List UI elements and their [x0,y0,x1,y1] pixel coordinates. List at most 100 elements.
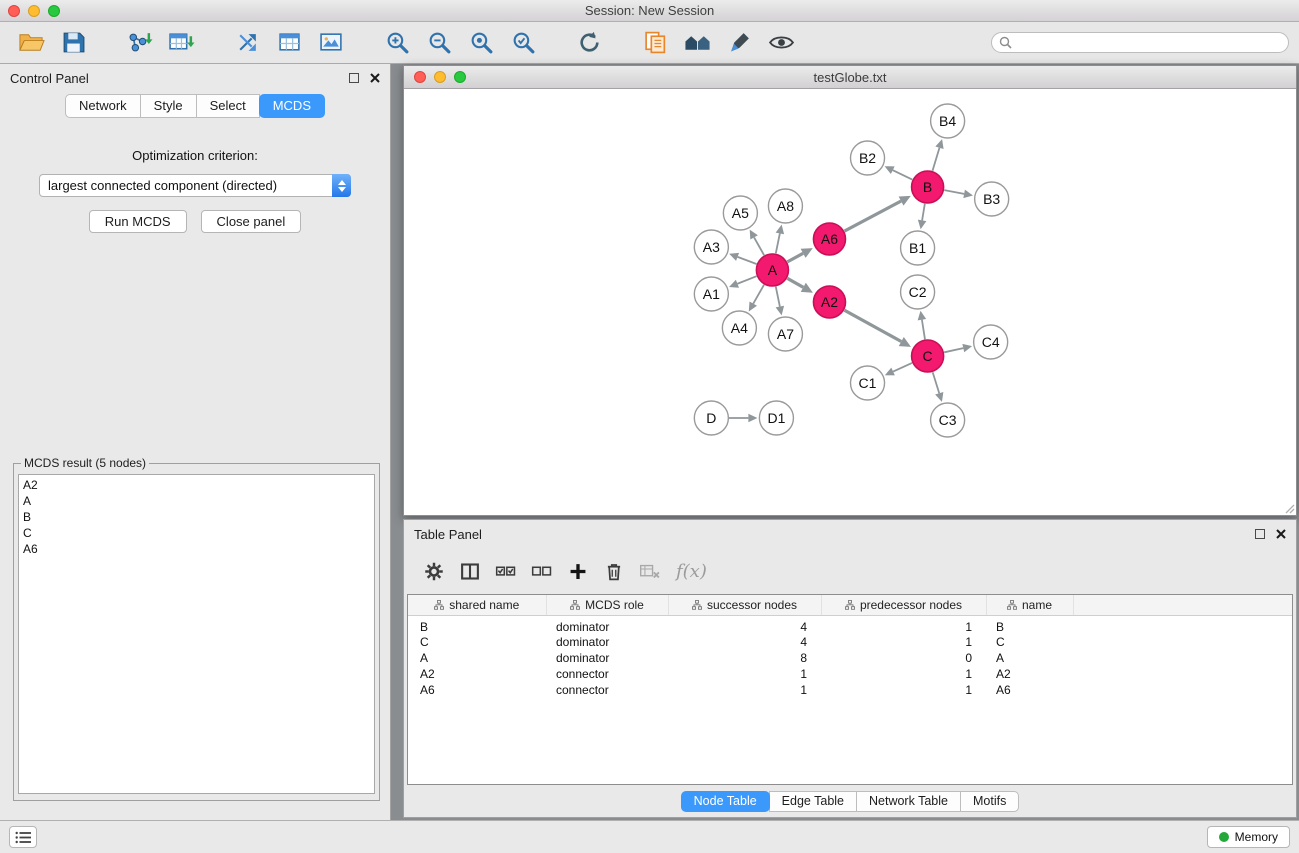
network-minimize-button[interactable] [434,71,446,83]
cell[interactable]: 1 [821,615,986,634]
zoom-window-button[interactable] [48,5,60,17]
tab-network-table[interactable]: Network Table [856,791,961,812]
run-mcds-button[interactable]: Run MCDS [89,210,187,233]
zoom-in-button[interactable] [376,26,418,60]
graph-edge-C-C4[interactable] [944,348,963,352]
cell[interactable]: connector [546,666,668,682]
graph-edge-A-A2[interactable] [787,278,803,287]
task-history-button[interactable] [9,826,37,848]
graph-edge-C-C1[interactable] [893,363,912,372]
graph-node-A4[interactable]: A4 [722,311,756,345]
network-close-button[interactable] [414,71,426,83]
close-control-panel-button[interactable] [370,73,380,83]
cell[interactable]: 1 [668,682,821,698]
graph-edge-A-A5[interactable] [754,237,764,255]
graph-edge-B-B1[interactable] [922,204,925,221]
first-neighbors-button[interactable] [634,26,676,60]
result-item[interactable]: B [23,509,370,525]
criterion-select[interactable]: largest connected component (directed) [39,174,351,197]
float-table-panel-button[interactable] [1255,529,1265,539]
graph-edge-C-C3[interactable] [933,372,940,393]
import-network-button[interactable] [118,26,160,60]
graph-edge-A-A1[interactable] [737,276,756,284]
cell[interactable]: B [986,615,1073,634]
tab-motifs[interactable]: Motifs [960,791,1019,812]
result-item[interactable]: C [23,525,370,541]
tab-style[interactable]: Style [140,94,197,118]
column-header-successor-nodes[interactable]: successor nodes [668,595,821,615]
cell[interactable]: 1 [821,666,986,682]
float-control-panel-button[interactable] [349,73,359,83]
table-row[interactable]: A6connector11A6 [408,682,1292,698]
graph-edge-B-B3[interactable] [944,190,964,194]
cell[interactable]: dominator [546,615,668,634]
cell[interactable]: A2 [408,666,546,682]
zoom-selected-button[interactable] [502,26,544,60]
delete-column-button[interactable] [596,555,632,587]
table-row[interactable]: Cdominator41C [408,634,1292,650]
graph-node-A[interactable]: A [756,254,788,286]
network-zoom-button[interactable] [454,71,466,83]
network-canvas[interactable]: B4B2BB3A5A8A6A3B1AC2A1A2A4A7C4CC1C3DD1 [404,89,1296,515]
cell[interactable]: dominator [546,634,668,650]
network-window-titlebar[interactable]: testGlobe.txt [404,66,1296,89]
tab-network[interactable]: Network [65,94,141,118]
graph-node-B4[interactable]: B4 [931,104,965,138]
graph-edge-A-A4[interactable] [753,285,764,304]
import-table-button[interactable] [160,26,202,60]
table-mode-button[interactable] [416,555,452,587]
export-image-button[interactable] [310,26,352,60]
new-network-table-button[interactable] [268,26,310,60]
table-row[interactable]: A2connector11A2 [408,666,1292,682]
cell[interactable]: dominator [546,650,668,666]
graph-node-B[interactable]: B [912,171,944,203]
mcds-close-panel-button[interactable]: Close panel [201,210,302,233]
function-builder-button[interactable]: f(x) [676,561,707,582]
graph-node-C2[interactable]: C2 [901,275,935,309]
cell[interactable]: 4 [668,615,821,634]
cell[interactable]: B [408,615,546,634]
mcds-result-list[interactable]: A2ABCA6 [18,474,375,794]
cell[interactable]: A [986,650,1073,666]
tab-node-table[interactable]: Node Table [681,791,770,812]
graph-node-A6[interactable]: A6 [813,223,845,255]
result-item[interactable]: A [23,493,370,509]
zoom-out-button[interactable] [418,26,460,60]
graph-edge-A-A8[interactable] [776,233,780,253]
graph-node-C4[interactable]: C4 [974,325,1008,359]
network-graph[interactable]: B4B2BB3A5A8A6A3B1AC2A1A2A4A7C4CC1C3DD1 [404,89,1296,515]
cell[interactable]: C [986,634,1073,650]
cell[interactable]: A6 [986,682,1073,698]
cell[interactable]: C [408,634,546,650]
graph-edge-A-A3[interactable] [738,257,757,264]
close-window-button[interactable] [8,5,20,17]
tab-mcds[interactable]: MCDS [259,94,325,118]
graph-node-D1[interactable]: D1 [759,401,793,435]
graph-edge-B-B4[interactable] [933,148,940,171]
minimize-window-button[interactable] [28,5,40,17]
graph-node-B3[interactable]: B3 [975,182,1009,216]
column-header-name[interactable]: name [986,595,1073,615]
graph-node-A5[interactable]: A5 [723,196,757,230]
column-header-mcds-role[interactable]: MCDS role [546,595,668,615]
search-input[interactable] [991,32,1289,53]
result-item[interactable]: A2 [23,477,370,493]
cell[interactable]: 8 [668,650,821,666]
graph-node-A3[interactable]: A3 [694,230,728,264]
result-item[interactable]: A6 [23,541,370,557]
graph-node-C3[interactable]: C3 [931,403,965,437]
annotation-button[interactable] [718,26,760,60]
graph-node-A8[interactable]: A8 [768,189,802,223]
graph-edge-A2-C[interactable] [844,310,901,341]
graph-node-A7[interactable]: A7 [768,317,802,351]
column-header-shared-name[interactable]: shared name [408,595,546,615]
deselect-all-button[interactable] [524,555,560,587]
open-session-button[interactable] [10,26,52,60]
graph-node-D[interactable]: D [694,401,728,435]
graph-edge-A-A7[interactable] [776,287,780,307]
zoom-fit-button[interactable] [460,26,502,60]
resize-grip-icon[interactable] [1283,502,1295,514]
cell[interactable]: A6 [408,682,546,698]
graph-node-A2[interactable]: A2 [813,286,845,318]
show-columns-button[interactable] [452,555,488,587]
